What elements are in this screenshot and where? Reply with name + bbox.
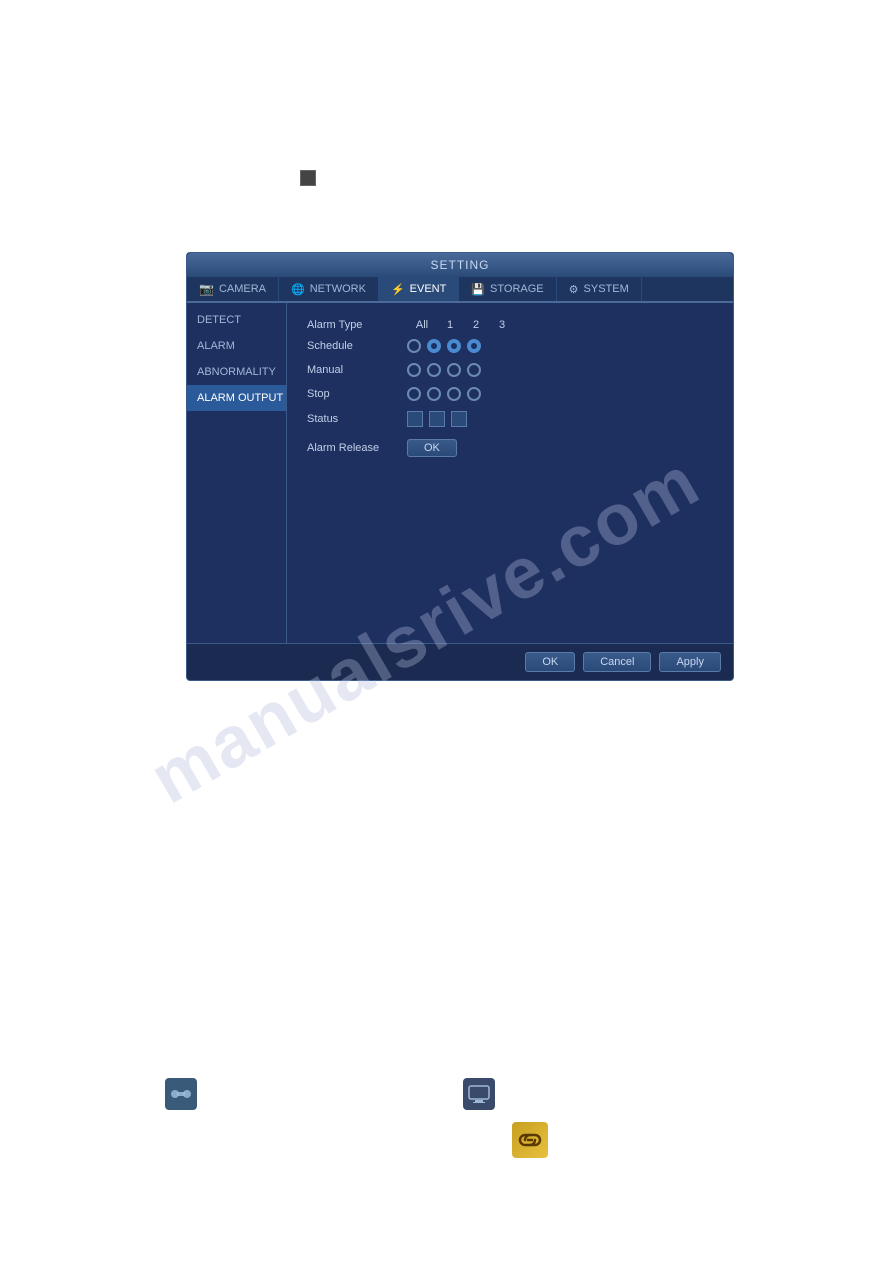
manual-radio-2[interactable] (447, 363, 461, 377)
tab-storage[interactable]: STORAGE (459, 277, 556, 301)
schedule-radio-all[interactable] (407, 339, 421, 353)
apply-button[interactable]: Apply (659, 652, 721, 672)
stop-radio-all[interactable] (407, 387, 421, 401)
manual-radio-1[interactable] (427, 363, 441, 377)
content-area: DETECT ALARM ABNORMALITY ALARM OUTPUT Al… (187, 303, 733, 643)
tab-event[interactable]: EVENT (379, 277, 459, 301)
status-check-2[interactable] (429, 411, 445, 427)
stop-radio-2[interactable] (447, 387, 461, 401)
schedule-radio-1[interactable] (427, 339, 441, 353)
chain-icon-bottom (512, 1122, 548, 1158)
schedule-radio-group (407, 339, 481, 353)
dialog-title: SETTING (187, 253, 733, 277)
status-check-3[interactable] (451, 411, 467, 427)
tab-system[interactable]: SYSTEM (557, 277, 642, 301)
main-panel: Alarm Type All 1 2 3 Schedule Manual (287, 303, 733, 643)
schedule-radio-3[interactable] (467, 339, 481, 353)
sidebar-item-alarm-output[interactable]: ALARM OUTPUT (187, 385, 286, 411)
alarm-release-ok-button[interactable]: OK (407, 439, 457, 457)
schedule-row: Schedule (307, 339, 713, 353)
stop-radio-1[interactable] (427, 387, 441, 401)
manual-row: Manual (307, 363, 713, 377)
bottom-bar: OK Cancel Apply (187, 643, 733, 680)
system-icon (569, 283, 579, 296)
sidebar-item-abnormality[interactable]: ABNORMALITY (187, 359, 286, 385)
sidebar: DETECT ALARM ABNORMALITY ALARM OUTPUT (187, 303, 287, 643)
small-top-icon (300, 170, 316, 186)
manual-radio-3[interactable] (467, 363, 481, 377)
sidebar-item-alarm[interactable]: ALARM (187, 333, 286, 359)
storage-icon (471, 283, 485, 296)
link-icon-bottom-left (165, 1078, 197, 1110)
event-icon (391, 283, 405, 296)
setting-dialog: SETTING CAMERA NETWORK EVENT STORAGE SYS… (186, 252, 734, 681)
stop-radio-group (407, 387, 481, 401)
camera-icon (199, 282, 214, 296)
status-row: Status (307, 411, 713, 427)
stop-radio-3[interactable] (467, 387, 481, 401)
tab-network[interactable]: NETWORK (279, 277, 379, 301)
cancel-button[interactable]: Cancel (583, 652, 651, 672)
ok-button[interactable]: OK (525, 652, 575, 672)
network-icon (291, 283, 305, 296)
sidebar-item-detect[interactable]: DETECT (187, 307, 286, 333)
col-headers: Alarm Type All 1 2 3 (307, 319, 713, 331)
status-check-1[interactable] (407, 411, 423, 427)
schedule-radio-2[interactable] (447, 339, 461, 353)
status-checkbox-group (407, 411, 467, 427)
tab-bar: CAMERA NETWORK EVENT STORAGE SYSTEM (187, 277, 733, 303)
stop-row: Stop (307, 387, 713, 401)
tab-camera[interactable]: CAMERA (187, 277, 279, 301)
alarm-release-row: Alarm Release OK (307, 439, 713, 457)
manual-radio-group (407, 363, 481, 377)
manual-radio-all[interactable] (407, 363, 421, 377)
monitor-icon-bottom (463, 1078, 495, 1110)
